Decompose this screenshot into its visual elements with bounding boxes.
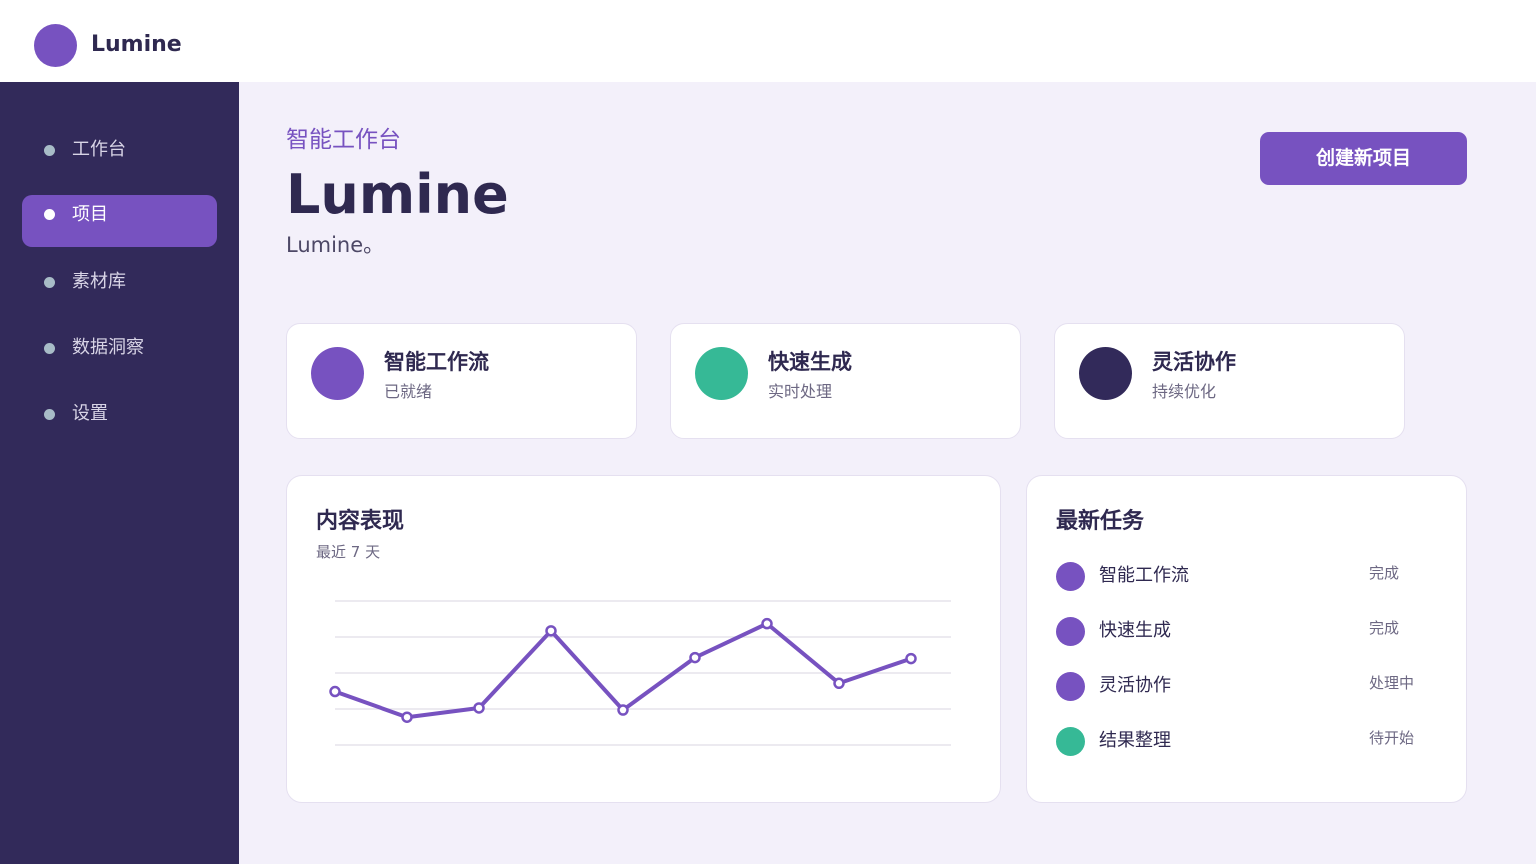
sidebar-item-projects[interactable]: 项目 (22, 195, 217, 247)
feature-subtitle: 实时处理 (768, 382, 833, 401)
sidebar-item-label: 素材库 (72, 271, 126, 292)
create-project-button[interactable]: 创建新项目 (1260, 132, 1467, 185)
page-subtitle: Lumine。 (286, 233, 385, 257)
feature-card-generate[interactable]: 快速生成 实时处理 (670, 323, 1021, 439)
sidebar-item-settings[interactable]: 设置 (22, 388, 217, 440)
task-name: 智能工作流 (1099, 565, 1189, 586)
task-row[interactable]: 灵活协作 处理中 (1056, 667, 1436, 707)
task-status-dot-icon (1056, 617, 1085, 646)
task-name: 灵活协作 (1099, 675, 1171, 696)
chart-point[interactable] (617, 704, 629, 716)
chart-point[interactable] (545, 625, 557, 637)
feature-subtitle: 已就绪 (384, 382, 433, 401)
generate-icon (695, 347, 748, 400)
sidebar-item-label: 数据洞察 (72, 337, 144, 358)
brand-name[interactable]: Lumine (91, 30, 182, 60)
panel-title: 最新任务 (1056, 509, 1145, 534)
top-bar: Lumine (0, 0, 1536, 82)
feature-title: 灵活协作 (1152, 350, 1236, 374)
chart-point[interactable] (833, 677, 845, 690)
page-eyebrow: 智能工作台 (286, 127, 401, 153)
task-row[interactable]: 快速生成 完成 (1056, 612, 1436, 652)
chart-point[interactable] (401, 711, 413, 723)
task-status: 完成 (1369, 564, 1400, 582)
feature-card-workflow[interactable]: 智能工作流 已就绪 (286, 323, 637, 439)
task-name: 结果整理 (1099, 730, 1171, 751)
chart-point[interactable] (761, 617, 773, 630)
panel-subtitle: 最近 7 天 (316, 543, 381, 561)
dot-icon (44, 277, 55, 288)
dot-icon (44, 209, 55, 220)
feature-subtitle: 持续优化 (1152, 382, 1217, 401)
task-status-dot-icon (1056, 727, 1085, 756)
chart-point[interactable] (689, 651, 701, 664)
sidebar-item-label: 设置 (72, 403, 108, 424)
dot-icon (44, 343, 55, 354)
page-title: Lumine (286, 163, 509, 226)
task-name: 快速生成 (1099, 620, 1171, 641)
task-status: 处理中 (1369, 674, 1415, 692)
collaboration-icon (1079, 347, 1132, 400)
feature-title: 快速生成 (768, 350, 852, 374)
latest-tasks-panel: 最新任务 智能工作流 完成 快速生成 完成 灵活协作 处理中 结果整理 待开始 (1026, 475, 1467, 803)
workflow-icon (311, 347, 364, 400)
task-row[interactable]: 智能工作流 完成 (1056, 557, 1436, 597)
sidebar-item-insights[interactable]: 数据洞察 (22, 322, 217, 374)
feature-title: 智能工作流 (384, 350, 489, 374)
chart-point[interactable] (329, 685, 341, 698)
sidebar: 工作台 项目 素材库 数据洞察 设置 (0, 82, 239, 864)
sidebar-item-workbench[interactable]: 工作台 (22, 124, 217, 176)
sidebar-item-label: 工作台 (72, 139, 126, 160)
chart-point[interactable] (473, 702, 485, 714)
task-status-dot-icon (1056, 562, 1085, 591)
feature-card-collab[interactable]: 灵活协作 持续优化 (1054, 323, 1405, 439)
task-status: 完成 (1369, 619, 1400, 637)
dot-icon (44, 145, 55, 156)
panel-title: 内容表现 (316, 509, 405, 534)
performance-panel: 内容表现 最近 7 天 (286, 475, 1001, 803)
sidebar-item-assets[interactable]: 素材库 (22, 256, 217, 308)
task-status: 待开始 (1369, 729, 1415, 747)
task-row[interactable]: 结果整理 待开始 (1056, 722, 1436, 762)
task-status-dot-icon (1056, 672, 1085, 701)
dot-icon (44, 409, 55, 420)
brand-logo-icon[interactable] (34, 24, 77, 67)
chart-point[interactable] (905, 652, 917, 665)
sidebar-item-label: 项目 (72, 204, 108, 225)
